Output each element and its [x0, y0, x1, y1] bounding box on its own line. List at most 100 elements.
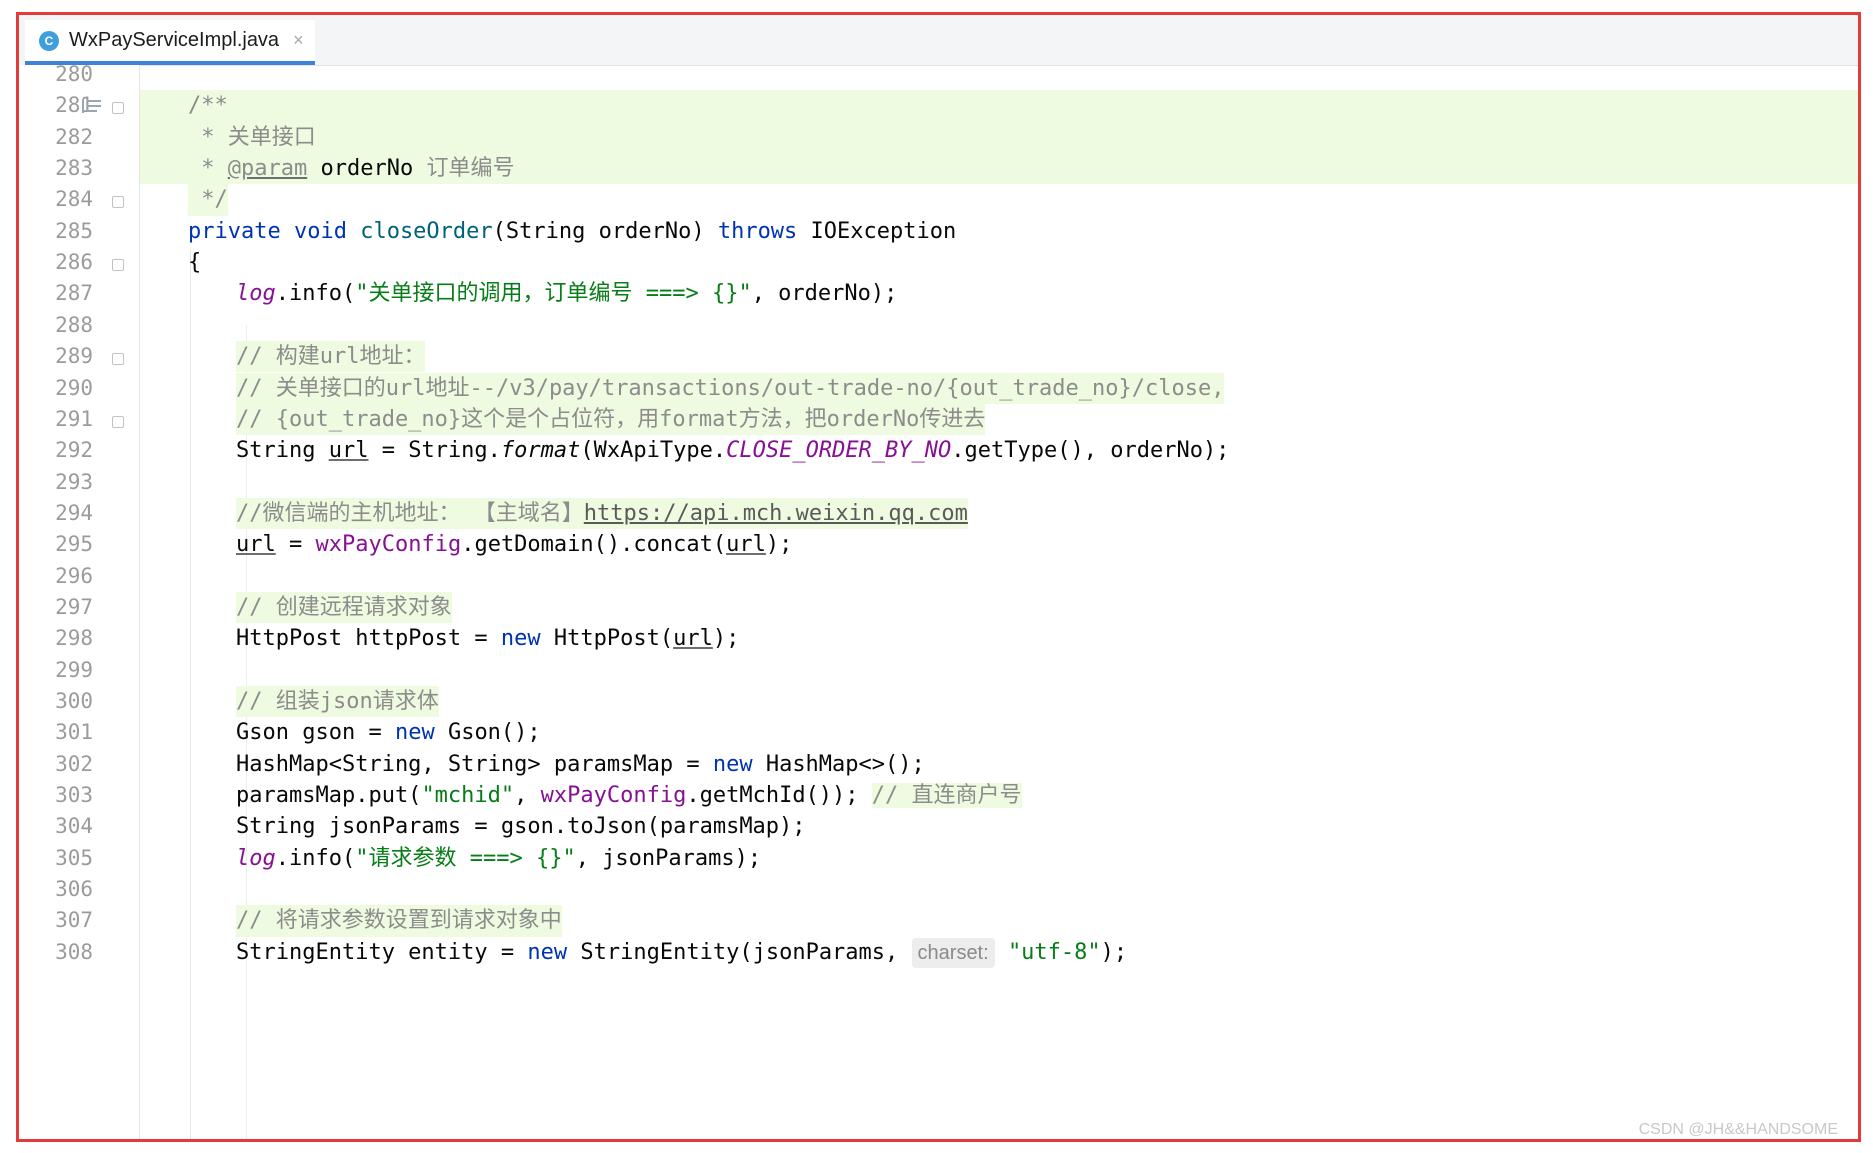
- code-line[interactable]: HttpPost httpPost = new HttpPost(url);: [140, 623, 1858, 654]
- gutter-line: 306: [19, 874, 139, 905]
- doc-comment-highlight: [140, 90, 1858, 122]
- line-number: 291: [55, 406, 93, 431]
- code-line[interactable]: HashMap<String, String> paramsMap = new …: [140, 749, 1858, 780]
- code-text: url = wxPayConfig.getDomain().concat(url…: [236, 532, 793, 558]
- line-number: 285: [55, 218, 93, 243]
- gutter-line: 293: [19, 467, 139, 498]
- line-number: 290: [55, 375, 93, 400]
- fold-marker-icon[interactable]: [112, 196, 124, 209]
- render-doc-icon[interactable]: [81, 97, 103, 115]
- line-number: 288: [55, 312, 93, 337]
- line-number: 293: [55, 469, 93, 494]
- fold-marker-icon[interactable]: [112, 102, 124, 115]
- line-number: 303: [55, 783, 93, 808]
- gutter-line: 297: [19, 592, 139, 623]
- code-line[interactable]: * 关单接口: [140, 121, 1858, 154]
- java-class-icon: C: [39, 30, 59, 51]
- line-number: 307: [55, 908, 93, 933]
- code-line[interactable]: private void closeOrder(String orderNo) …: [140, 216, 1858, 247]
- line-number: 284: [55, 187, 93, 212]
- line-number: 282: [55, 124, 93, 149]
- line-number: 301: [55, 720, 93, 745]
- code-line[interactable]: [140, 874, 1858, 905]
- fold-marker-icon[interactable]: [112, 415, 124, 428]
- gutter-line: 285: [19, 216, 139, 247]
- gutter-line: 283: [19, 153, 139, 184]
- gutter-line: 308: [19, 937, 139, 968]
- gutter-line: 304: [19, 811, 139, 842]
- code-text: */: [188, 184, 228, 216]
- code-text: HashMap<String, String> paramsMap = new …: [236, 751, 925, 777]
- code-text: paramsMap.put("mchid", wxPayConfig.getMc…: [236, 783, 1022, 809]
- gutter-line: 281: [19, 90, 139, 121]
- fold-marker-icon[interactable]: [112, 258, 124, 271]
- code-line[interactable]: log.info("关单接口的调用，订单编号 ===> {}", orderNo…: [140, 278, 1858, 309]
- code-line[interactable]: StringEntity entity = new StringEntity(j…: [140, 937, 1858, 968]
- code-line[interactable]: /**: [140, 90, 1858, 122]
- code-text: StringEntity entity = new StringEntity(j…: [236, 937, 1127, 968]
- editor-window: C WxPayServiceImpl.java × /** * 关单接口 * @…: [16, 12, 1861, 1142]
- line-number: 287: [55, 281, 93, 306]
- line-number: 308: [55, 939, 93, 964]
- code-line[interactable]: {: [140, 247, 1858, 278]
- code-text: {: [188, 250, 202, 276]
- line-number: 306: [55, 877, 93, 902]
- close-icon[interactable]: ×: [293, 30, 304, 51]
- line-number: 280: [55, 62, 93, 86]
- code-line[interactable]: Gson gson = new Gson();: [140, 717, 1858, 748]
- gutter-line: 301: [19, 717, 139, 748]
- code-line[interactable]: // 创建远程请求对象: [140, 591, 1858, 624]
- line-number: 283: [55, 156, 93, 181]
- line-number: 286: [55, 250, 93, 275]
- doc-comment-highlight: [140, 121, 1858, 154]
- code-line[interactable]: // {out_trade_no}这个是个占位符，用format方法，把orde…: [140, 403, 1858, 436]
- gutter-line: 282: [19, 122, 139, 153]
- code-line[interactable]: [140, 59, 1858, 90]
- line-number: 302: [55, 751, 93, 776]
- code-line[interactable]: * @param orderNo 订单编号: [140, 153, 1858, 185]
- code-line[interactable]: url = wxPayConfig.getDomain().concat(url…: [140, 529, 1858, 560]
- code-text: private void closeOrder(String orderNo) …: [188, 218, 957, 244]
- code-line[interactable]: // 将请求参数设置到请求对象中: [140, 905, 1858, 937]
- line-number: 294: [55, 500, 93, 525]
- gutter-line: 296: [19, 561, 139, 592]
- watermark: CSDN @JH&&HANDSOME: [1638, 1121, 1838, 1138]
- gutter-line: 290: [19, 373, 139, 404]
- code-line[interactable]: // 关单接口的url地址--/v3/pay/transactions/out-…: [140, 372, 1858, 404]
- gutter-line: 292: [19, 435, 139, 466]
- line-number: 296: [55, 563, 93, 588]
- fold-marker-icon[interactable]: [112, 352, 124, 365]
- gutter-line: 307: [19, 905, 139, 936]
- code-editor[interactable]: /** * 关单接口 * @param orderNo 订单编号 */priva…: [19, 62, 1858, 1139]
- line-number: 289: [55, 344, 93, 369]
- code-line[interactable]: //微信端的主机地址： 【主域名】https://api.mch.weixin.…: [140, 497, 1858, 530]
- code-line[interactable]: log.info("请求参数 ===> {}", jsonParams);: [140, 843, 1858, 874]
- gutter-line: 300: [19, 686, 139, 717]
- code-line[interactable]: // 构建url地址：: [140, 341, 1858, 373]
- gutter-line: 291: [19, 404, 139, 435]
- line-number: 300: [55, 689, 93, 713]
- code-text: String url = String.format(WxApiType.CLO…: [236, 438, 1230, 464]
- line-number: 295: [55, 532, 93, 557]
- code-line[interactable]: [140, 467, 1858, 498]
- code-text: // 关单接口的url地址--/v3/pay/transactions/out-…: [236, 372, 1225, 404]
- code-line[interactable]: */: [140, 184, 1858, 216]
- code-text: // 创建远程请求对象: [236, 591, 452, 624]
- code-text: String jsonParams = gson.toJson(paramsMa…: [236, 814, 806, 840]
- gutter-line: 299: [19, 655, 139, 686]
- code-line[interactable]: String jsonParams = gson.toJson(paramsMa…: [140, 811, 1858, 842]
- code-text: log.info("请求参数 ===> {}", jsonParams);: [236, 845, 762, 871]
- code-text: // 组装json请求体: [236, 686, 439, 718]
- code-area[interactable]: /** * 关单接口 * @param orderNo 订单编号 */priva…: [140, 65, 1858, 1139]
- code-line[interactable]: paramsMap.put("mchid", wxPayConfig.getMc…: [140, 780, 1858, 811]
- code-line[interactable]: [140, 561, 1858, 592]
- line-number: 304: [55, 814, 93, 839]
- code-line[interactable]: [140, 310, 1858, 341]
- line-number: 292: [55, 438, 93, 463]
- code-line[interactable]: String url = String.format(WxApiType.CLO…: [140, 435, 1858, 466]
- code-text: HttpPost httpPost = new HttpPost(url);: [236, 626, 740, 652]
- line-number: 298: [55, 626, 93, 651]
- code-line[interactable]: // 组装json请求体: [140, 686, 1858, 718]
- gutter-line: 294: [19, 498, 139, 529]
- code-line[interactable]: [140, 655, 1858, 686]
